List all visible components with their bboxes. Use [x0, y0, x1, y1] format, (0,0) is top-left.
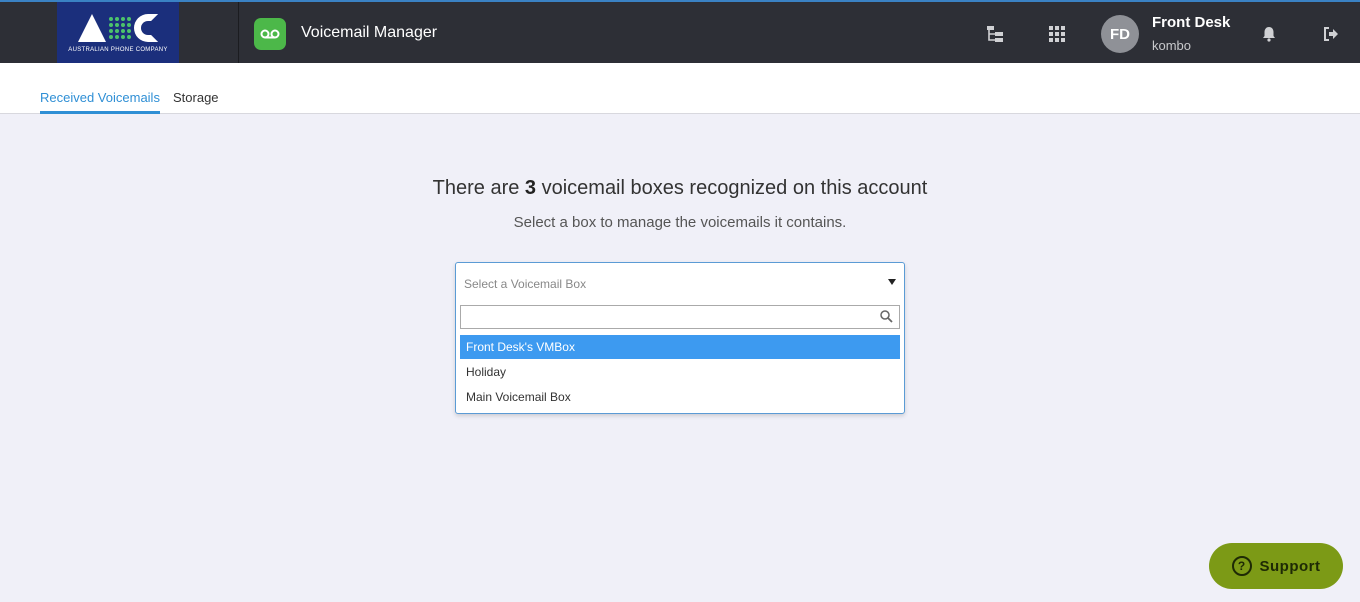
box-count: 3	[524, 177, 537, 199]
logout-icon[interactable]	[1321, 24, 1341, 44]
logo-mark	[78, 12, 158, 44]
tab-received-voicemails[interactable]: Received Voicemails	[40, 90, 160, 114]
select-option-front-desk-vmbox[interactable]: Front Desk's VMBox	[460, 335, 900, 359]
top-navbar: AUSTRALIAN PHONE COMPANY Voicemail Manag…	[0, 0, 1360, 63]
select-search-box[interactable]	[460, 305, 900, 329]
tab-bar: Received Voicemails Storage	[0, 63, 1360, 114]
support-label: Support	[1259, 557, 1321, 575]
page-subheading: Select a box to manage the voicemails it…	[513, 214, 847, 231]
select-placeholder: Select a Voicemail Box	[464, 277, 587, 291]
caret-down-icon[interactable]	[888, 279, 896, 285]
voicemail-app-icon	[254, 18, 286, 50]
hierarchy-icon[interactable]	[985, 24, 1005, 44]
bell-icon[interactable]	[1259, 24, 1279, 44]
page-heading: There are 3 voicemail boxes recognized o…	[0, 177, 1360, 200]
company-logo[interactable]: AUSTRALIAN PHONE COMPANY	[57, 2, 179, 63]
tab-storage[interactable]: Storage	[173, 90, 219, 111]
heading-suffix: voicemail boxes recognized on this accou…	[536, 177, 928, 199]
select-search-input[interactable]	[461, 306, 871, 328]
select-option-holiday[interactable]: Holiday	[460, 360, 900, 384]
header-divider	[238, 2, 239, 63]
voicemail-box-select[interactable]: Select a Voicemail Box Front Desk's VMBo…	[455, 262, 905, 414]
support-button[interactable]: ? Support	[1209, 543, 1343, 589]
help-question-icon: ?	[1231, 556, 1252, 576]
apps-grid-icon[interactable]	[1047, 24, 1067, 44]
heading-prefix: There are	[432, 177, 525, 199]
user-name[interactable]: Front Desk	[1152, 14, 1230, 31]
search-icon	[880, 310, 893, 328]
select-option-main-voicemail-box[interactable]: Main Voicemail Box	[460, 385, 900, 409]
app-title: Voicemail Manager	[301, 24, 438, 41]
select-toggle[interactable]: Select a Voicemail Box	[456, 263, 904, 301]
user-account: kombo	[1152, 38, 1192, 53]
logo-text: AUSTRALIAN PHONE COMPANY	[68, 47, 168, 53]
user-avatar[interactable]: FD	[1101, 15, 1139, 53]
